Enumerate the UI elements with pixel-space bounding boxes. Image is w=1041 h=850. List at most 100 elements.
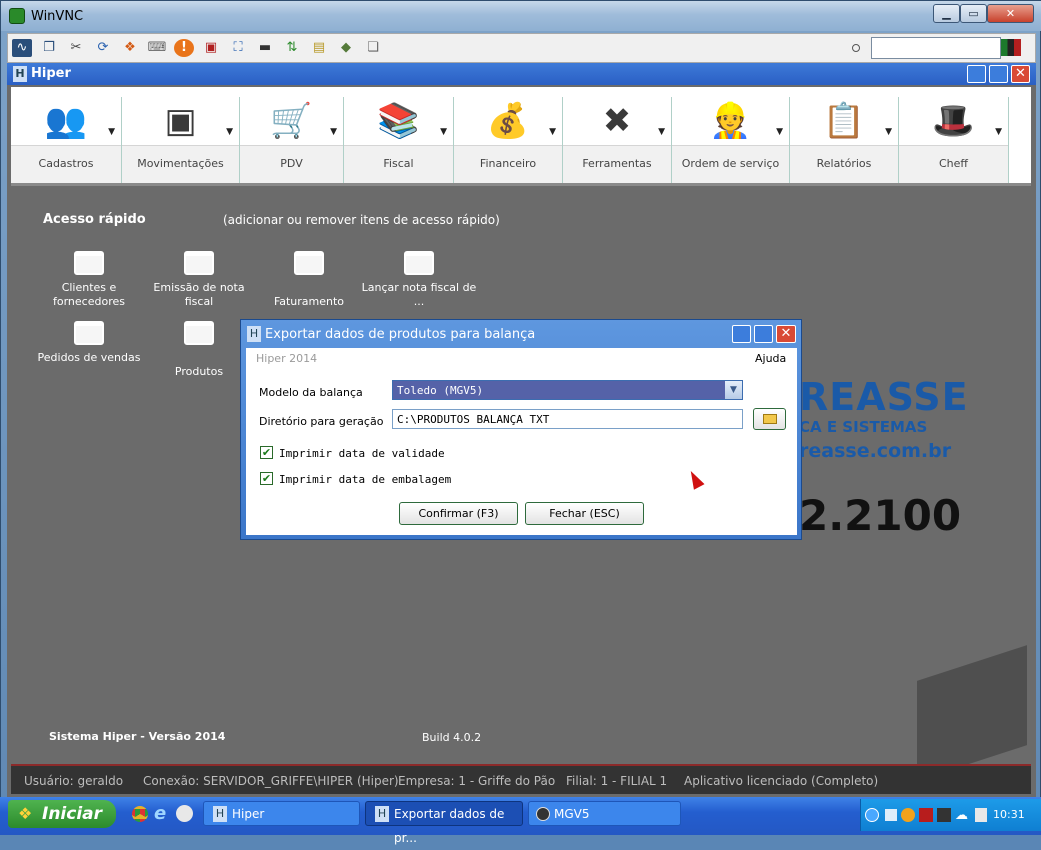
tray-clock[interactable]: 10:31: [993, 808, 1025, 821]
brand-name: REASSE: [799, 375, 969, 419]
ribbon-cheff[interactable]: 🎩 ▼ Cheff: [899, 87, 1008, 183]
volume-icon[interactable]: [975, 808, 987, 822]
confirm-button[interactable]: Confirmar (F3): [399, 502, 518, 525]
window-icon: [404, 251, 434, 275]
task-mgv5[interactable]: MGV5: [528, 801, 681, 826]
arrow-icon[interactable]: [865, 808, 879, 822]
task-label: Hiper: [232, 807, 265, 821]
dialog-close-button[interactable]: ✕: [776, 325, 796, 343]
browse-folder-button[interactable]: [753, 408, 786, 430]
vnc-minimize-button[interactable]: ▁: [933, 4, 960, 23]
chip-icon[interactable]: ◆: [336, 39, 356, 57]
dialog-app-name: Hiper 2014: [256, 352, 318, 365]
model-select-value: Toledo (MGV5): [397, 384, 484, 397]
ribbon-ordem-de-servico[interactable]: 👷 ▼ Ordem de serviço: [672, 87, 789, 183]
close-button[interactable]: Fechar (ESC): [525, 502, 644, 525]
clipboard-icon: 📋: [822, 101, 866, 141]
system-tray: ☁ 10:31: [860, 799, 1041, 831]
hiper-logo-icon: H: [213, 806, 227, 822]
quick-item[interactable]: Pedidos de vendas: [30, 321, 148, 365]
dialog-title-bar[interactable]: H Exportar dados de produtos para balanç…: [241, 320, 801, 348]
ribbon-bottom-border: [11, 183, 1031, 186]
stats-icon[interactable]: ∿: [12, 39, 32, 57]
note-icon[interactable]: ▤: [309, 39, 329, 57]
window-icon: [74, 251, 104, 275]
quick-item[interactable]: Clientes e fornecedores: [30, 251, 148, 309]
hiper-restore-button[interactable]: [989, 65, 1008, 83]
task-export-dialog[interactable]: H Exportar dados de pr...: [365, 801, 523, 845]
transfer-icon[interactable]: ⇅: [282, 39, 302, 57]
alert-icon[interactable]: !: [174, 39, 194, 57]
dialog-maximize-button[interactable]: [754, 325, 773, 343]
refresh-icon[interactable]: ⟳: [93, 39, 113, 57]
ribbon-relatorios[interactable]: 📋 ▼ Relatórios: [790, 87, 898, 183]
hiper-title: Hiper: [31, 66, 71, 81]
monitor-icon[interactable]: ▬: [255, 39, 275, 57]
keyboard-icon[interactable]: ⌨: [147, 39, 167, 57]
vnc-title-bar[interactable]: WinVNC ▁ ▭ ✕: [1, 1, 1041, 31]
ie-icon[interactable]: e: [154, 803, 166, 824]
ribbon-pdv[interactable]: 🛒 ▼ PDV: [240, 87, 343, 183]
tools-icon[interactable]: ✂: [66, 39, 86, 57]
chat-icon[interactable]: ❏: [363, 39, 383, 57]
quick-item-label: Clientes e fornecedores: [53, 281, 125, 308]
validity-checkbox-label[interactable]: Imprimir data de validade: [279, 447, 445, 460]
model-select[interactable]: Toledo (MGV5) ▼: [392, 380, 743, 400]
start-button[interactable]: ❖ Iniciar: [8, 800, 116, 828]
windows-icon[interactable]: ❐: [39, 39, 59, 57]
chrome-icon[interactable]: [132, 806, 148, 822]
ribbon-label: Fiscal: [344, 145, 453, 183]
windows-logo-icon[interactable]: ❖: [120, 39, 140, 57]
taskbar: ❖ Iniciar e H Hiper H Exportar dados de …: [0, 797, 1041, 845]
vnc-tray-icon[interactable]: [937, 808, 951, 822]
ribbon-financeiro[interactable]: 💰 ▼ Financeiro: [454, 87, 562, 183]
ribbon-cadastros[interactable]: 👥 ▼ Cadastros: [11, 87, 121, 183]
status-license: Aplicativo licenciado (Completo): [684, 774, 879, 788]
start-label: Iniciar: [42, 804, 103, 824]
packaging-checkbox[interactable]: ✔: [260, 472, 273, 485]
quick-item[interactable]: Faturamento: [250, 251, 368, 309]
task-hiper[interactable]: H Hiper: [203, 801, 360, 826]
dialog-title: Exportar dados de produtos para balança: [265, 327, 536, 342]
hiper-close-button[interactable]: ✕: [1011, 65, 1030, 83]
directory-label: Diretório para geração: [259, 415, 384, 428]
ribbon-label: Cadastros: [11, 145, 121, 183]
network-icon[interactable]: [885, 809, 897, 821]
validity-checkbox[interactable]: ✔: [260, 446, 273, 459]
export-dialog: H Exportar dados de produtos para balanç…: [240, 319, 802, 540]
dialog-help-menu[interactable]: Ajuda: [755, 352, 786, 365]
vnc-eye-icon: [9, 8, 25, 24]
window-icon: [184, 321, 214, 345]
quick-item[interactable]: Lançar nota fiscal de ...: [360, 251, 478, 309]
dialog-body: Hiper 2014 Ajuda Modelo da balança Toled…: [246, 348, 797, 535]
brand-site: reasse.com.br: [799, 440, 952, 462]
status-bar: Usuário: geraldo Conexão: SERVIDOR_GRIFF…: [11, 764, 1031, 794]
cloud-icon[interactable]: ☁: [955, 808, 968, 823]
vnc-search-input[interactable]: [871, 37, 1001, 59]
dialog-minimize-button[interactable]: [732, 325, 751, 343]
hiper-logo-icon: H: [13, 66, 27, 82]
vnc-close-button[interactable]: ✕: [987, 4, 1034, 23]
radio-dot-icon[interactable]: [852, 44, 860, 52]
fullscreen-icon[interactable]: ⛶: [228, 39, 248, 57]
shield-icon[interactable]: [919, 808, 933, 822]
directory-input[interactable]: C:\PRODUTOS BALANÇA TXT: [392, 409, 743, 429]
hiper-minimize-button[interactable]: [967, 65, 986, 83]
app-shortcut-icon[interactable]: [176, 805, 193, 822]
ribbon-label: PDV: [240, 145, 343, 183]
hiper-title-bar[interactable]: H Hiper ✕: [7, 63, 1036, 85]
folder-icon: [762, 414, 777, 424]
ribbon-movimentacoes[interactable]: ▣ ▼ Movimentações: [122, 87, 239, 183]
ribbon-fiscal[interactable]: 📚 ▼ Fiscal: [344, 87, 453, 183]
quick-item[interactable]: Emissão de nota fiscal: [140, 251, 258, 309]
chevron-down-icon[interactable]: ▼: [725, 381, 742, 399]
disconnect-icon[interactable]: ▣: [201, 39, 221, 57]
quick-access-hint[interactable]: (adicionar ou remover itens de acesso rá…: [223, 213, 500, 227]
users-icon: 👥: [44, 101, 88, 141]
ribbon-ferramentas[interactable]: ✖ ▼ Ferramentas: [563, 87, 671, 183]
packaging-checkbox-label[interactable]: Imprimir data de embalagem: [279, 473, 451, 486]
model-label: Modelo da balança: [259, 386, 363, 399]
sync-icon[interactable]: [901, 808, 915, 822]
vnc-toolbar: ∿ ❐ ✂ ⟳ ❖ ⌨ ! ▣ ⛶ ▬ ⇅ ▤ ◆ ❏: [7, 33, 1036, 63]
vnc-maximize-button[interactable]: ▭: [960, 4, 987, 23]
